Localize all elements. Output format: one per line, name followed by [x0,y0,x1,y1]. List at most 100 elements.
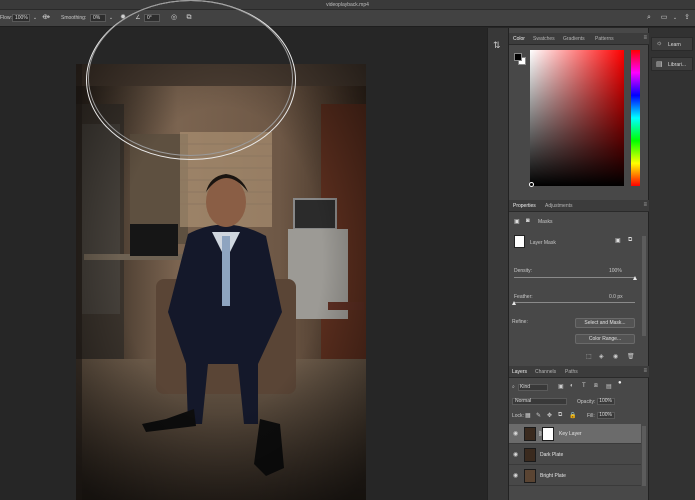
properties-panel-tabs: Properties Adjustments ≡ [509,200,650,212]
opacity-input[interactable]: 100% [597,398,615,405]
brush-cursor-inner [88,0,293,156]
density-slider[interactable] [514,277,635,278]
color-field[interactable] [530,50,624,186]
layer-name[interactable]: Key Layer [559,431,582,437]
lock-all-icon[interactable]: 🔒 [569,412,576,419]
layer-mask-thumbnail [514,235,525,248]
lightbulb-icon: ☼ [656,40,663,47]
vector-mask-icon[interactable]: ◙ [526,218,530,224]
eye-icon[interactable]: ◉ [513,451,518,458]
visibility-icon[interactable]: ◉ [613,353,618,360]
tab-gradients[interactable]: Gradients [563,36,585,42]
airbrush-icon[interactable]: ⟴ [41,13,51,23]
select-and-mask-button[interactable]: Select and Mask... [575,318,635,328]
filter-smartobject-icon[interactable]: ▤ [606,383,612,390]
blend-mode-select[interactable]: Normal [512,398,567,405]
properties-scrollbar[interactable] [642,236,646,336]
lock-label: Lock: [512,413,524,419]
properties-dock-icon[interactable]: ⇅ [493,40,501,51]
filter-pixel-icon[interactable]: ▣ [558,383,564,390]
search-icon[interactable]: ⌕ [644,13,654,23]
apply-mask-icon[interactable]: ◈ [599,353,604,360]
density-label: Density: [514,268,533,274]
add-pixel-mask-icon[interactable]: ▣ [615,237,621,244]
lock-position-icon[interactable]: ✥ [547,412,552,419]
learn-label: Learn [668,42,681,48]
filter-search-icon: ⌕ [512,384,515,390]
density-value[interactable]: 100% [609,268,622,274]
fill-label: Fill: [587,413,595,419]
libraries-button[interactable]: ▤ Librari... [651,57,693,71]
opacity-label: Opacity: [577,399,596,405]
layer-row-bright-plate[interactable]: ◉ Bright Plate [509,466,641,486]
feather-value[interactable]: 0.0 px [609,294,623,300]
lock-artboard-icon[interactable]: ⧉ [558,412,562,419]
chevron-down-icon[interactable]: ⌄ [670,13,680,23]
libraries-icon: ▤ [656,61,663,68]
layers-scrollbar[interactable] [642,426,646,486]
workspace-icon[interactable]: ▭ [659,13,669,23]
layer-thumbnail [524,448,536,462]
layer-filter-select[interactable]: Kind [518,384,548,391]
flow-label: Flow: [0,15,12,21]
filter-toggle-icon[interactable]: ● [618,380,622,386]
chevron-down-icon[interactable]: ⌄ [30,13,40,23]
options-bar: Flow: 100% ⌄ ⟴ Smoothing: 0% ⌄ ✹ ∠ 0° ◎ … [0,10,695,27]
eye-icon[interactable]: ◉ [513,472,518,479]
tab-adjustments[interactable]: Adjustments [545,203,573,209]
right-panel-column: ☼ Learn ▤ Librari... [649,28,695,500]
pixel-mask-icon[interactable]: ▣ [514,218,520,225]
foreground-color-swatch[interactable] [514,53,522,61]
layer-row-dark-plate[interactable]: ◉ Dark Plate [509,445,641,465]
tab-swatches[interactable]: Swatches [533,36,555,42]
libraries-label: Librari... [668,62,687,68]
lock-transparent-icon[interactable]: ▦ [525,412,531,419]
fill-input[interactable]: 100% [597,412,615,419]
panel-menu-icon[interactable]: ≡ [643,202,647,208]
color-range-button[interactable]: Color Range... [575,334,635,344]
feather-slider[interactable] [514,302,635,303]
load-selection-icon[interactable]: ⬚ [586,353,592,360]
chevron-down-icon[interactable]: ⌄ [106,13,116,23]
filter-adjustment-icon[interactable]: ◐ [570,383,574,389]
color-panel-tabs: Color Swatches Gradients Patterns ≡ [509,33,650,45]
tab-properties[interactable]: Properties [513,203,536,209]
density-slider-thumb[interactable] [632,276,637,280]
layer-mask-thumbnail[interactable] [542,427,554,441]
add-vector-mask-icon[interactable]: ⧉ [628,237,632,244]
feather-label: Feather: [514,294,533,300]
panel-dock: ⇅ [487,28,508,500]
title-bar: videoplayback.mp4 [0,0,695,10]
tab-color[interactable]: Color [513,36,525,42]
layer-thumbnail [524,427,536,441]
smoothing-input[interactable]: 0% [90,14,106,22]
feather-slider-thumb[interactable] [511,301,516,305]
panels-column: Color Swatches Gradients Patterns ≡ Prop… [508,28,650,500]
eye-icon[interactable]: ◉ [513,430,518,437]
layer-row-key-layer[interactable]: ◉ ⛓ Key Layer [509,424,641,444]
tab-layers[interactable]: Layers [512,369,527,375]
refine-label: Refine: [512,319,528,325]
window-title: videoplayback.mp4 [326,2,369,8]
layer-name[interactable]: Bright Plate [540,473,566,479]
filter-shape-icon[interactable]: ⧈ [594,383,598,390]
panel-menu-icon[interactable]: ≡ [643,368,647,374]
lock-image-icon[interactable]: ✎ [536,412,541,419]
layer-thumbnail [524,469,536,483]
color-picker-marker[interactable] [529,182,534,187]
trash-icon[interactable]: 🗑 [627,353,635,360]
panel-menu-icon[interactable]: ≡ [643,35,647,41]
layers-panel-tabs: Layers Channels Paths ≡ [509,366,650,378]
learn-button[interactable]: ☼ Learn [651,37,693,51]
tab-paths[interactable]: Paths [565,369,578,375]
tab-patterns[interactable]: Patterns [595,36,614,42]
filter-type-icon[interactable]: T [582,383,586,389]
layer-name[interactable]: Dark Plate [540,452,563,458]
masks-heading: Masks [538,219,553,225]
share-icon[interactable]: ⇪ [682,13,692,23]
smoothing-label: Smoothing: [61,15,87,21]
tab-channels[interactable]: Channels [535,369,556,375]
layer-mask-label: Layer Mask [530,240,556,246]
hue-slider[interactable] [631,50,640,186]
flow-input[interactable]: 100% [12,14,30,22]
